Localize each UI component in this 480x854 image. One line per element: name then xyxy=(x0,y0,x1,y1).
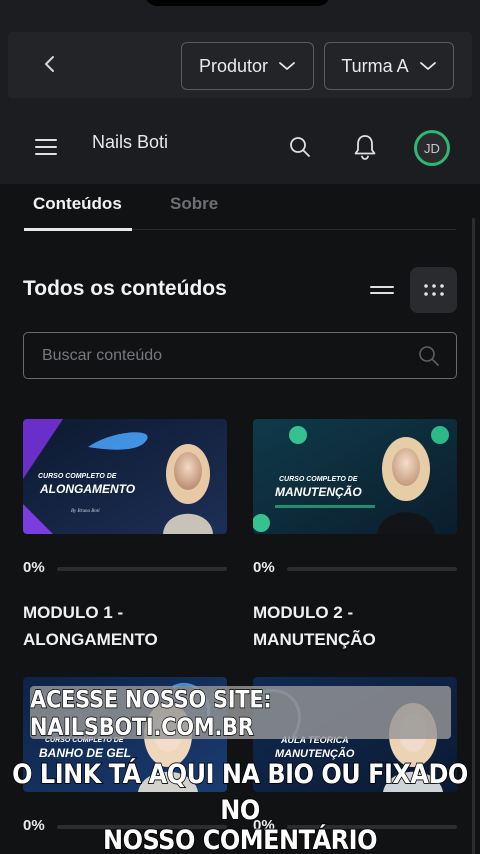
caption-line: O LINK TÁ AQUI NA BIO OU FIXADO NO xyxy=(11,758,469,827)
brand-name[interactable]: Nails Boti xyxy=(92,132,168,153)
course-title-line: MANUTENÇÃO xyxy=(253,630,376,649)
course-card[interactable]: CURSO COMPLETO DE MANUTENÇÃO 0% MODULO 2… xyxy=(253,419,457,659)
phone-notch xyxy=(145,0,330,6)
thumb-line1: CURSO COMPLETO DE xyxy=(279,476,358,483)
course-thumbnail-art: CURSO COMPLETO DE ALONGAMENTO By Bruna B… xyxy=(23,419,227,534)
tab-sobre[interactable]: Sobre xyxy=(170,194,218,214)
progress-row: 0% xyxy=(23,557,227,577)
top-bar: Produtor Turma A xyxy=(8,32,472,98)
producer-dropdown-label: Produtor xyxy=(198,55,269,76)
notification-bell-icon[interactable] xyxy=(352,133,378,161)
course-card[interactable]: CURSO COMPLETO DE ALONGAMENTO By Bruna B… xyxy=(23,419,227,659)
active-tab-indicator xyxy=(24,228,132,231)
thumb-line2: ALONGAMENTO xyxy=(39,482,136,496)
app-header: Nails Boti JD xyxy=(0,112,480,184)
list-view-icon[interactable] xyxy=(370,282,394,298)
course-thumbnail[interactable]: CURSO COMPLETO DE MANUTENÇÃO xyxy=(253,419,457,534)
course-thumbnail-art: CURSO COMPLETO DE MANUTENÇÃO xyxy=(253,419,457,534)
section-title: Todos os conteúdos xyxy=(23,277,227,300)
progress-row: 0% xyxy=(253,557,457,577)
course-title-line: MODULO 1 - xyxy=(23,603,124,622)
banner-text: ACESSE NOSSO SITE: NAILSBOTI.COM.BR xyxy=(29,684,272,741)
class-dropdown-label: Turma A xyxy=(341,55,409,76)
course-thumbnail[interactable]: CURSO COMPLETO DE ALONGAMENTO By Bruna B… xyxy=(23,419,227,534)
chevron-down-icon xyxy=(279,62,295,70)
back-arrow-icon[interactable] xyxy=(38,52,62,76)
tab-bar: Conteúdos Sobre xyxy=(24,192,456,231)
tab-conteudos[interactable]: Conteúdos xyxy=(33,194,122,214)
content-search-field[interactable] xyxy=(23,332,457,379)
course-title-line: ALONGAMENTO xyxy=(23,630,158,649)
course-title[interactable]: MODULO 2 - MANUTENÇÃO xyxy=(253,599,463,653)
grid-dots-icon xyxy=(423,284,444,296)
website-banner: ACESSE NOSSO SITE: NAILSBOTI.COM.BR xyxy=(29,684,451,741)
progress-percent: 0% xyxy=(23,559,45,576)
content-area: Conteúdos Sobre Todos os conteúdos Busca… xyxy=(0,184,480,854)
search-icon[interactable] xyxy=(418,345,440,367)
progress-bar xyxy=(57,567,227,571)
progress-bar xyxy=(287,567,457,571)
producer-dropdown[interactable]: Produtor xyxy=(181,42,314,90)
chevron-down-icon xyxy=(419,62,436,70)
video-caption: O LINK TÁ AQUI NA BIO OU FIXADO NO NOSSO… xyxy=(0,758,480,854)
user-avatar[interactable]: JD xyxy=(414,130,450,166)
search-icon[interactable] xyxy=(288,135,312,159)
grid-view-button[interactable] xyxy=(410,267,457,313)
thumb-signature: By Bruna Boti xyxy=(71,509,100,514)
thumb-line1: CURSO COMPLETO DE xyxy=(38,473,117,480)
course-title-line: MODULO 2 - xyxy=(253,603,354,622)
hamburger-menu-icon[interactable] xyxy=(34,137,58,157)
avatar-initials: JD xyxy=(424,140,440,156)
caption-line: NOSSO COMENTÁRIO xyxy=(102,823,378,854)
thumb-line2: MANUTENÇÃO xyxy=(275,484,362,499)
class-dropdown[interactable]: Turma A xyxy=(324,42,454,90)
progress-percent: 0% xyxy=(253,559,275,576)
content-search-input[interactable] xyxy=(42,333,402,378)
course-title[interactable]: MODULO 1 - ALONGAMENTO xyxy=(23,599,233,653)
